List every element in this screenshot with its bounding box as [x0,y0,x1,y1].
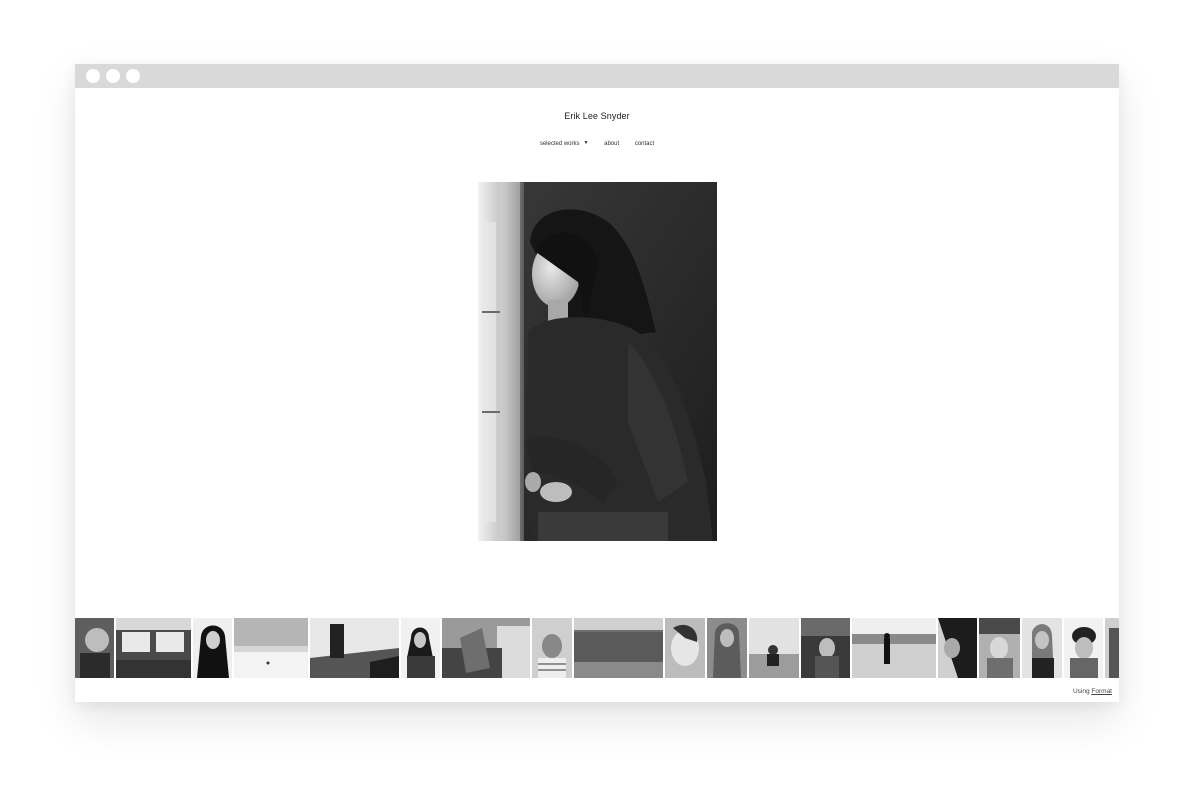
format-link[interactable]: Format [1091,688,1112,695]
nav-selected-works-label: selected works [539,141,580,147]
window-close-dot[interactable] [86,69,100,83]
thumbnail-filmstrip [75,618,1119,678]
thumbnail[interactable] [979,618,1020,678]
caret-down-icon: ▼ [583,140,589,146]
thumbnail[interactable] [116,618,191,678]
thumbnail[interactable] [1105,618,1119,678]
thumbnail[interactable] [707,618,747,678]
thumbnail[interactable] [442,618,530,678]
window-titlebar [75,64,1119,88]
thumbnail[interactable] [801,618,850,678]
window-minimize-dot[interactable] [106,69,120,83]
nav-about[interactable]: about [604,141,619,147]
featured-photo[interactable] [478,182,717,541]
nav-contact[interactable]: contact [635,141,654,147]
thumbnail[interactable] [401,618,440,678]
thumbnail[interactable] [1064,618,1103,678]
thumbnail[interactable] [310,618,399,678]
thumbnail[interactable] [749,618,799,678]
footer-credit: Using Format [1073,688,1112,695]
thumbnail[interactable] [532,618,572,678]
thumbnail[interactable] [852,618,936,678]
main-nav: selected works ▼ about contact [75,140,1119,147]
thumbnail[interactable] [665,618,705,678]
thumbnail[interactable] [574,618,663,678]
thumbnail[interactable] [1022,618,1062,678]
thumbnail[interactable] [75,618,114,678]
window-zoom-dot[interactable] [126,69,140,83]
nav-selected-works[interactable]: selected works ▼ [540,140,589,147]
thumbnail[interactable] [234,618,308,678]
browser-window: Erik Lee Snyder selected works ▼ about co… [75,64,1119,702]
thumbnail[interactable] [193,618,232,678]
footer-prefix: Using [1072,688,1090,695]
site-title[interactable]: Erik Lee Snyder [75,111,1119,121]
thumbnail[interactable] [938,618,977,678]
